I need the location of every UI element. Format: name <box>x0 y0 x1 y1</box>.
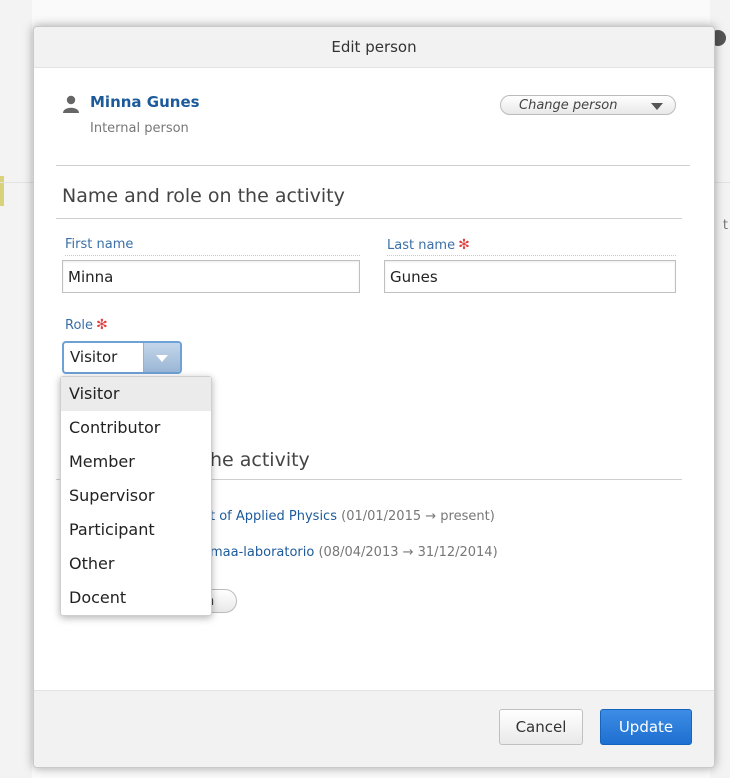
section-title-affiliation: he activity <box>210 449 310 471</box>
dotted-rule <box>65 255 360 256</box>
role-option-visitor[interactable]: Visitor <box>61 377 211 411</box>
role-option-member[interactable]: Member <box>61 445 211 479</box>
role-select-value: Visitor <box>70 348 118 366</box>
divider <box>56 165 690 166</box>
role-option-supervisor[interactable]: Supervisor <box>61 479 211 513</box>
person-type: Internal person <box>90 121 189 136</box>
dotted-rule <box>387 255 676 256</box>
section-title-name-role: Name and role on the activity <box>62 185 345 207</box>
change-person-label: Change person <box>519 98 618 113</box>
dropdown-arrow-icon[interactable] <box>143 343 180 372</box>
change-person-button[interactable]: Change person <box>500 95 676 115</box>
person-name-link[interactable]: Minna Gunes <box>90 93 200 111</box>
last-name-label: Last name ✻ <box>387 237 470 253</box>
section-divider <box>56 218 682 219</box>
first-name-label: First name <box>65 237 134 252</box>
role-dropdown-menu: Visitor Contributor Member Supervisor Pa… <box>60 376 212 616</box>
chevron-down-icon <box>651 103 663 110</box>
dialog-footer: Cancel Update <box>34 690 714 767</box>
dialog-title: Edit person <box>34 27 714 68</box>
person-icon <box>63 95 79 113</box>
required-icon: ✻ <box>96 317 108 333</box>
role-option-participant[interactable]: Participant <box>61 513 211 547</box>
affiliation-dates: (08/04/2013 → 31/12/2014) <box>318 545 498 560</box>
affiliation-row: maa-laboratorio (08/04/2013 → 31/12/2014… <box>210 545 498 560</box>
affiliation-row: t of Applied Physics (01/01/2015 → prese… <box>210 509 495 524</box>
affiliation-link[interactable]: maa-laboratorio <box>210 545 314 560</box>
first-name-input[interactable]: Minna <box>62 260 360 293</box>
role-option-docent[interactable]: Docent <box>61 581 211 615</box>
role-option-contributor[interactable]: Contributor <box>61 411 211 445</box>
last-name-input[interactable]: Gunes <box>384 260 676 293</box>
required-icon: ✻ <box>458 237 470 253</box>
cancel-button[interactable]: Cancel <box>499 709 583 745</box>
affiliation-dates: (01/01/2015 → present) <box>341 509 495 524</box>
background-left-panel <box>0 0 32 778</box>
background-accent-bar <box>0 176 4 206</box>
affiliation-link[interactable]: t of Applied Physics <box>210 509 337 524</box>
role-label: Role ✻ <box>65 317 108 333</box>
update-button[interactable]: Update <box>600 709 692 745</box>
role-option-other[interactable]: Other <box>61 547 211 581</box>
role-select[interactable]: Visitor <box>62 341 182 374</box>
background-peek-text: t <box>722 218 728 233</box>
